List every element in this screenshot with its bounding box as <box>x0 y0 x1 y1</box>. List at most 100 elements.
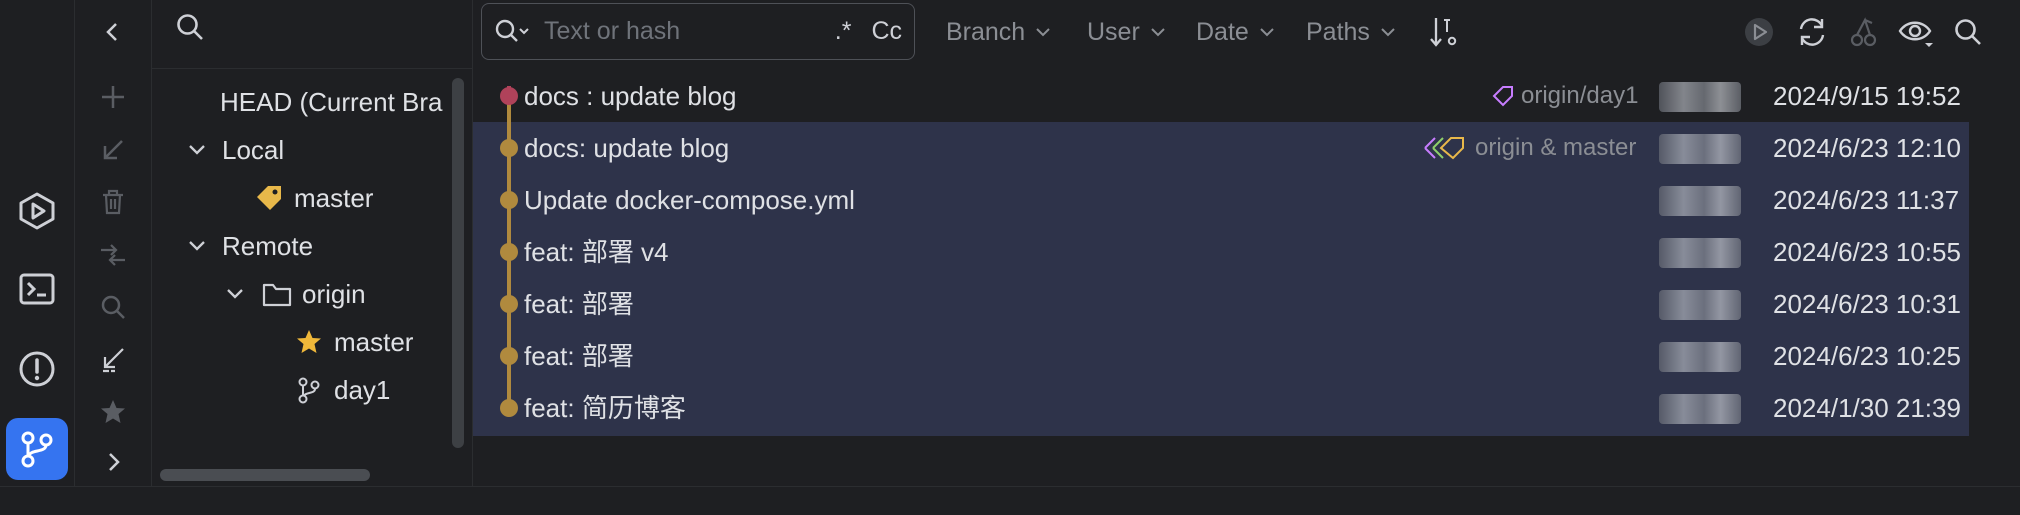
cherry-pick-run-icon[interactable] <box>1737 10 1781 54</box>
branch-filter[interactable]: Branch <box>946 10 1051 54</box>
commit-date: 2024/6/23 11:37 <box>1773 185 1960 215</box>
author-avatar <box>1659 342 1741 372</box>
tree-item-local[interactable]: Local <box>180 128 284 172</box>
activity-bar <box>0 0 75 486</box>
match-case-toggle[interactable]: Cc <box>871 17 902 46</box>
tree-item-label: master <box>334 326 414 357</box>
tree-item-origin[interactable]: origin <box>218 272 366 316</box>
merge-icon <box>75 233 151 277</box>
tag-icon <box>252 181 286 215</box>
status-bar <box>0 486 2020 515</box>
commit-message: feat: 部署 v4 <box>524 237 669 267</box>
commit-refs: origin/day1 <box>1491 70 1638 122</box>
commit-row[interactable]: feat: 部署 v4 2024/6/23 10:55 <box>473 226 1969 278</box>
filter-label: Date <box>1196 17 1249 46</box>
tag-outline-icon <box>1491 84 1515 108</box>
graph-node <box>500 347 518 365</box>
search-icon[interactable] <box>1946 10 1990 54</box>
view-options-icon[interactable] <box>1894 10 1938 54</box>
commit-message: docs: update blog <box>524 133 730 163</box>
collapse-left-icon[interactable] <box>75 10 151 54</box>
chevron-down-icon <box>1259 24 1275 40</box>
author-avatar <box>1659 290 1741 320</box>
commit-row[interactable]: feat: 部署 2024/6/23 10:31 <box>473 278 1969 330</box>
tree-item-label: HEAD (Current Bra <box>220 86 443 117</box>
commit-date: 2024/6/23 12:10 <box>1773 133 1961 163</box>
commit-row[interactable]: docs : update blog origin/day1 2024/9/15… <box>473 70 1969 122</box>
graph-node-head <box>500 87 518 105</box>
add-icon <box>75 75 151 119</box>
graph-node <box>500 243 518 261</box>
tree-item-remote[interactable]: Remote <box>180 224 313 268</box>
commit-date: 2024/6/23 10:55 <box>1773 237 1961 267</box>
tags-stack-icon <box>1423 135 1467 161</box>
author-avatar <box>1659 82 1741 112</box>
tree-item-origin-day1[interactable]: day1 <box>292 368 390 412</box>
tree-vertical-scrollbar[interactable] <box>452 78 464 448</box>
chevron-down-icon <box>1035 24 1051 40</box>
commit-message: feat: 部署 <box>524 341 634 371</box>
divider <box>152 68 472 69</box>
graph-node <box>500 295 518 313</box>
search-icon[interactable] <box>175 12 205 42</box>
paths-filter[interactable]: Paths <box>1306 10 1396 54</box>
problems-icon[interactable] <box>6 338 68 400</box>
selection-bottom <box>473 434 1969 436</box>
terminal-icon[interactable] <box>6 258 68 320</box>
graph-node <box>500 191 518 209</box>
commit-message: feat: 部署 <box>524 289 634 319</box>
graph-node <box>500 399 518 417</box>
commit-refs: origin & master <box>1423 122 1636 174</box>
commit-row[interactable]: docs: update blog origin & master 2024/6… <box>473 122 1969 174</box>
commit-row[interactable]: feat: 部署 2024/6/23 10:25 <box>473 330 1969 382</box>
update-icon[interactable] <box>75 337 151 381</box>
refresh-icon[interactable] <box>1790 10 1834 54</box>
folder-icon <box>260 277 294 311</box>
tree-item-label: day1 <box>334 374 391 405</box>
run-icon[interactable] <box>6 180 68 242</box>
favorite-icon <box>75 390 151 434</box>
commit-search-field[interactable]: Text or hash .* Cc <box>481 3 915 60</box>
tree-item-label: Remote <box>222 230 314 261</box>
ref-label: origin/day1 <box>1521 82 1639 109</box>
sort-icon[interactable] <box>1424 10 1468 54</box>
expand-icon[interactable] <box>75 440 151 484</box>
filter-label: User <box>1087 17 1140 46</box>
ref-label: origin & master <box>1475 134 1637 161</box>
chevron-down-icon[interactable] <box>180 229 214 263</box>
commit-message: Update docker-compose.yml <box>524 185 855 215</box>
chevron-down-icon[interactable] <box>180 133 214 167</box>
tree-item-label: Local <box>222 134 285 165</box>
regex-toggle[interactable]: .* <box>835 17 852 46</box>
star-icon <box>292 325 326 359</box>
git-icon[interactable] <box>6 418 68 480</box>
commit-message: docs : update blog <box>524 81 737 111</box>
tree-item-local-master[interactable]: master <box>252 176 373 220</box>
chevron-down-icon <box>1150 24 1166 40</box>
author-avatar <box>1659 134 1741 164</box>
tree-item-head[interactable]: HEAD (Current Bra <box>220 80 446 124</box>
author-avatar <box>1659 394 1741 424</box>
chevron-down-icon[interactable] <box>218 277 252 311</box>
branches-toolbar <box>75 0 152 486</box>
delete-icon <box>75 180 151 224</box>
search-icon <box>75 285 151 329</box>
filter-label: Paths <box>1306 17 1370 46</box>
commit-row[interactable]: Update docker-compose.yml 2024/6/23 11:3… <box>473 174 1969 226</box>
search-placeholder: Text or hash <box>544 17 681 45</box>
search-history-icon[interactable] <box>494 17 530 47</box>
tree-item-origin-master[interactable]: master <box>292 320 413 364</box>
cherry-pick-icon <box>1842 10 1886 54</box>
commit-row[interactable]: feat: 简历博客 2024/1/30 21:39 <box>473 382 1969 434</box>
chevron-down-icon <box>1380 24 1396 40</box>
commit-date: 2024/9/15 19:52 <box>1773 81 1961 111</box>
commit-date: 2024/6/23 10:31 <box>1773 289 1961 319</box>
graph-node <box>500 139 518 157</box>
tree-horizontal-scrollbar[interactable] <box>160 469 370 481</box>
checkout-icon <box>75 128 151 172</box>
user-filter[interactable]: User <box>1087 10 1166 54</box>
filter-label: Branch <box>946 17 1026 46</box>
author-avatar <box>1659 238 1741 268</box>
tree-item-label: origin <box>302 278 366 309</box>
date-filter[interactable]: Date <box>1196 10 1275 54</box>
